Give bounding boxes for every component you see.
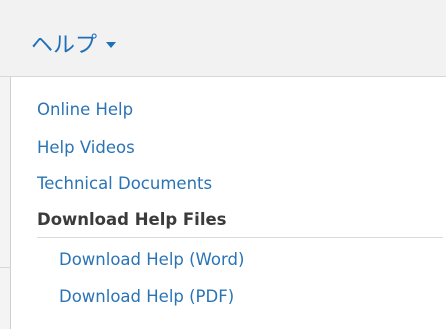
help-menu-title: ヘルプ — [31, 33, 98, 58]
download-help-pdf-link[interactable]: Download Help (PDF) — [59, 284, 234, 310]
help-videos-link[interactable]: Help Videos — [37, 135, 135, 161]
online-help-link[interactable]: Online Help — [37, 97, 133, 123]
download-help-word-link[interactable]: Download Help (Word) — [59, 247, 244, 273]
download-help-files-heading: Download Help Files — [37, 210, 227, 229]
help-menu-toggle[interactable]: ヘルプ — [31, 27, 117, 59]
download-section-divider — [37, 237, 443, 238]
top-navigation-bar: ヘルプ — [0, 0, 446, 77]
help-page: ヘルプ Online Help Help Videos Technical Do… — [0, 0, 446, 329]
technical-documents-link[interactable]: Technical Documents — [37, 171, 212, 197]
left-background-panel — [0, 77, 10, 329]
chevron-down-icon — [106, 41, 117, 48]
help-dropdown-menu: Online Help Help Videos Technical Docume… — [10, 77, 446, 329]
left-panel-divider — [0, 267, 10, 268]
